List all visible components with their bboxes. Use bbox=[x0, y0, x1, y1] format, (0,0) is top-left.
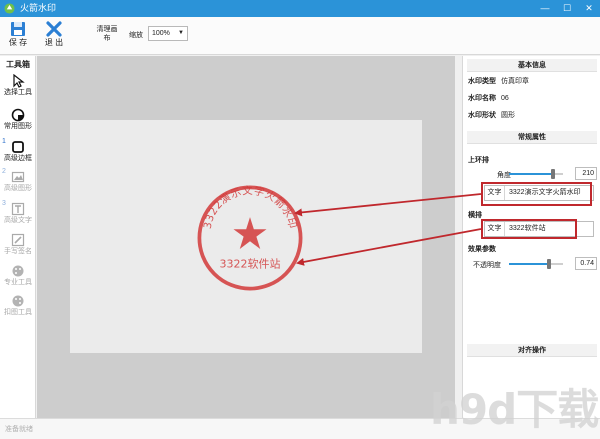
minimize-icon[interactable]: — bbox=[534, 0, 556, 17]
status-text: 准备就绪 bbox=[5, 426, 33, 433]
border-icon bbox=[12, 141, 24, 153]
zoom-value: 100% bbox=[152, 30, 170, 37]
section-header-align: 对齐操作 bbox=[467, 344, 597, 357]
tool-label: 高级文字 bbox=[4, 217, 32, 224]
tool-advanced-text[interactable]: 3 高级文字 bbox=[0, 200, 36, 232]
type-value: 仿真印章 bbox=[501, 78, 529, 85]
toolbox-header: 工具箱 bbox=[6, 60, 30, 69]
section-header-basic: 基本信息 bbox=[467, 59, 597, 72]
tool-label: 选择工具 bbox=[4, 89, 32, 96]
slider-thumb[interactable] bbox=[546, 259, 551, 269]
palette-icon bbox=[12, 295, 24, 307]
tool-number: 1 bbox=[2, 138, 6, 145]
seal-bottom-text: 3322软件站 bbox=[220, 257, 281, 271]
pen-icon bbox=[11, 233, 25, 247]
save-button[interactable]: 保 存 bbox=[5, 19, 31, 53]
tool-signature[interactable]: 手写签名 bbox=[0, 233, 36, 263]
type-label: 水印类型 bbox=[468, 78, 496, 85]
shape-row: 水印形状 圆形 bbox=[468, 110, 515, 120]
exit-label: 退 出 bbox=[44, 38, 64, 47]
star-icon bbox=[233, 217, 267, 249]
zoom-label: 缩放 bbox=[129, 32, 143, 39]
text-icon bbox=[11, 202, 25, 216]
horizontal-label: 横排 bbox=[468, 212, 482, 219]
tool-cutout[interactable]: 扣图工具 bbox=[0, 294, 36, 324]
site-watermark: h9d下载 bbox=[430, 385, 599, 434]
name-row: 水印名称 06 bbox=[468, 93, 509, 103]
tool-number: 3 bbox=[2, 200, 6, 207]
tool-select[interactable]: 选择工具 bbox=[0, 74, 36, 104]
angle-slider[interactable] bbox=[509, 169, 563, 179]
opacity-slider[interactable] bbox=[509, 259, 563, 269]
slider-thumb[interactable] bbox=[551, 169, 556, 179]
slider-fill bbox=[509, 173, 554, 175]
maximize-icon[interactable]: ☐ bbox=[556, 0, 578, 17]
close-icon[interactable]: ✕ bbox=[578, 0, 600, 17]
tool-advanced-graphics[interactable]: 2 高级图形 bbox=[0, 168, 36, 200]
shape-label: 水印形状 bbox=[468, 112, 496, 119]
palette-icon bbox=[12, 265, 24, 277]
canvas-paper[interactable]: 3322演示文字火箭水印 3322软件站 bbox=[70, 120, 422, 353]
opacity-input[interactable]: 0.74 bbox=[575, 257, 597, 270]
shapes-icon bbox=[11, 108, 25, 122]
tool-number: 2 bbox=[2, 168, 6, 175]
title-bar: 火箭水印 — ☐ ✕ bbox=[0, 0, 600, 17]
tool-label: 手写签名 bbox=[4, 248, 32, 255]
type-row: 水印类型 仿真印章 bbox=[468, 76, 529, 86]
cursor-icon bbox=[13, 74, 25, 88]
close-x-icon bbox=[46, 21, 62, 37]
angle-input[interactable]: 210 bbox=[575, 167, 597, 180]
save-icon bbox=[11, 22, 25, 36]
tool-common-shapes[interactable]: 常用图形 bbox=[0, 108, 36, 138]
top-ring-label: 上环排 bbox=[468, 157, 489, 164]
name-label: 水印名称 bbox=[468, 95, 496, 102]
tool-label: 高级图形 bbox=[4, 185, 32, 192]
canvas-area[interactable]: 3322演示文字火箭水印 3322软件站 bbox=[37, 56, 455, 418]
shape-value: 圆形 bbox=[501, 112, 515, 119]
effect-label: 效果参数 bbox=[468, 246, 496, 253]
seal-stamp[interactable]: 3322演示文字火箭水印 3322软件站 bbox=[195, 183, 305, 293]
save-label: 保 存 bbox=[8, 38, 28, 47]
clear-canvas-button[interactable]: 清理画布 bbox=[96, 25, 118, 43]
annotation-box bbox=[481, 219, 577, 239]
tool-label: 高级边框 bbox=[4, 155, 32, 162]
chevron-down-icon: ▼ bbox=[178, 30, 184, 36]
exit-button[interactable]: 退 出 bbox=[41, 19, 67, 53]
window-title: 火箭水印 bbox=[20, 3, 57, 13]
tool-label: 常用图形 bbox=[4, 123, 32, 130]
toolbar: 保 存 退 出 清理画布 缩放 100% ▼ bbox=[0, 17, 600, 55]
tool-professional[interactable]: 专业工具 bbox=[0, 264, 36, 294]
tool-label: 扣图工具 bbox=[4, 309, 32, 316]
image-icon bbox=[11, 171, 25, 183]
name-value: 06 bbox=[501, 95, 509, 102]
annotation-box bbox=[481, 182, 592, 206]
tool-label: 专业工具 bbox=[4, 279, 32, 286]
opacity-label: 不透明度 bbox=[473, 262, 501, 269]
tool-advanced-border[interactable]: 1 高级边框 bbox=[0, 138, 36, 170]
toolbox: 工具箱 选择工具 常用图形 1 高级边框 2 高级图形 3 高级文字 手写签名 … bbox=[0, 56, 36, 418]
section-header-props: 常规属性 bbox=[467, 131, 597, 144]
app-logo-icon bbox=[4, 3, 15, 14]
zoom-select[interactable]: 100% ▼ bbox=[148, 26, 188, 41]
slider-fill bbox=[509, 263, 549, 265]
